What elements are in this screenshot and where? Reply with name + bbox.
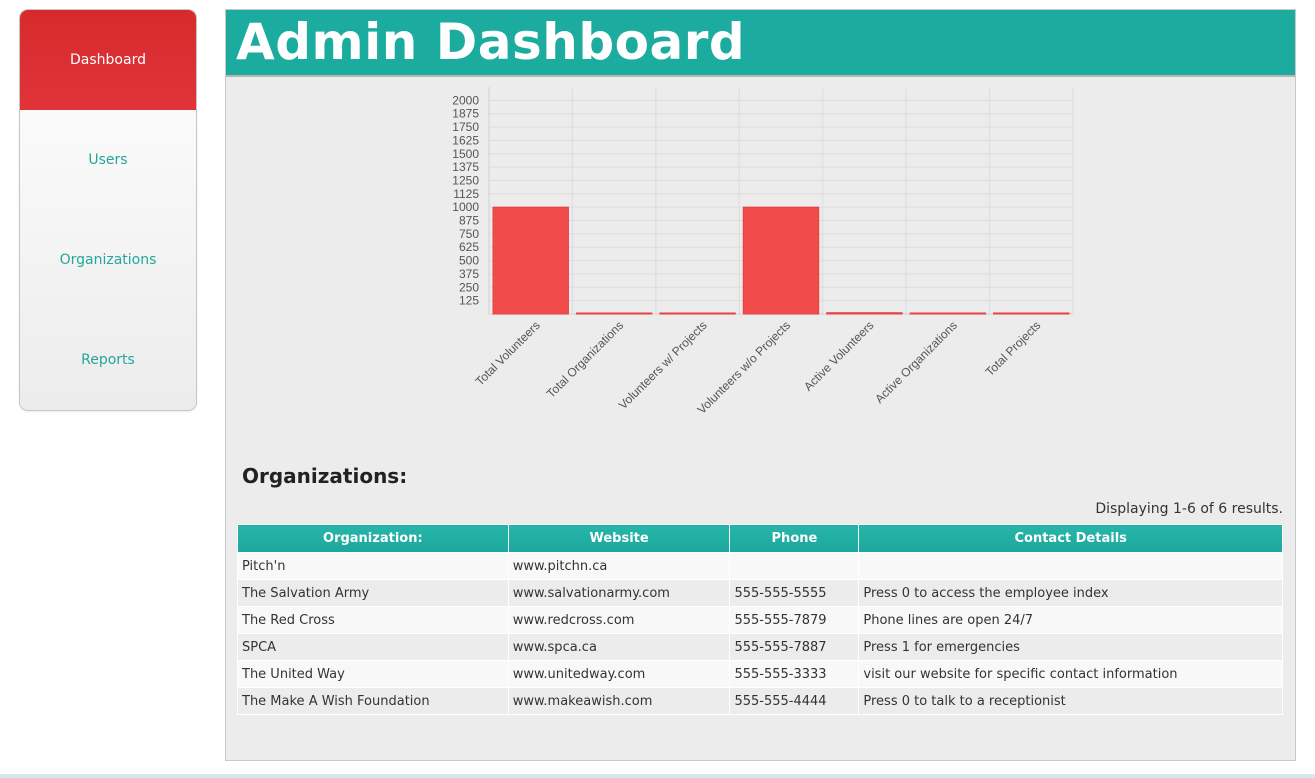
- results-summary: Displaying 1-6 of 6 results.: [1095, 501, 1283, 517]
- column-header-contact-details[interactable]: Contact Details: [858, 524, 1283, 553]
- y-tick-label: 1875: [452, 107, 479, 121]
- chart-bar: [742, 206, 820, 315]
- chart-bar: [575, 312, 653, 315]
- x-tick-label: Total Projects: [983, 318, 1044, 379]
- page-header: Admin Dashboard: [226, 10, 1295, 77]
- y-tick-label: 1375: [452, 160, 479, 174]
- cell-phone: 555-555-7887: [729, 633, 860, 661]
- table-row[interactable]: The Make A Wish Foundation www.makeawish…: [237, 687, 1283, 715]
- cell-organization: SPCA: [237, 633, 509, 661]
- column-header-phone[interactable]: Phone: [729, 524, 860, 553]
- y-tick-label: 1125: [453, 187, 479, 201]
- column-header-website[interactable]: Website: [507, 524, 731, 553]
- x-tick-label: Volunteers w/ Projects: [616, 318, 710, 412]
- page-title: Admin Dashboard: [236, 13, 746, 71]
- nav-item-dashboard[interactable]: Dashboard: [20, 10, 196, 110]
- column-header-organization[interactable]: Organization:: [237, 524, 509, 553]
- y-tick-label: 1250: [452, 173, 479, 187]
- cell-website: www.unitedway.com: [507, 660, 731, 688]
- y-tick-label: 1625: [452, 133, 479, 147]
- y-tick-label: 750: [459, 227, 479, 241]
- cell-organization: Pitch'n: [237, 552, 509, 580]
- y-tick-label: 375: [459, 267, 479, 281]
- chart-bar: [492, 206, 569, 315]
- y-tick-label: 250: [459, 280, 479, 294]
- cell-website: www.salvationarmy.com: [507, 579, 731, 607]
- x-tick-label: Volunteers w/o Projects: [695, 318, 794, 417]
- table-row[interactable]: The United Way www.unitedway.com 555-555…: [237, 660, 1283, 688]
- x-tick-label: Total Organizations: [544, 318, 627, 401]
- y-tick-label: 875: [459, 214, 479, 228]
- cell-contact-details: Press 0 to access the employee index: [858, 579, 1283, 607]
- chart-bar: [659, 312, 736, 315]
- organizations-heading: Organizations:: [242, 464, 408, 488]
- nav-item-reports[interactable]: Reports: [20, 310, 196, 410]
- chart-bar: [909, 312, 987, 315]
- y-tick-label: 1000: [452, 200, 479, 214]
- x-tick-label: Active Organizations: [872, 318, 960, 406]
- cell-website: www.redcross.com: [507, 606, 731, 634]
- cell-phone: [729, 552, 860, 580]
- main-panel: Admin Dashboard 125 250 375 500 625 750 875 100…: [225, 9, 1296, 761]
- table-row[interactable]: The Salvation Army www.salvationarmy.com…: [237, 579, 1283, 607]
- summary-bar-chart: 1252503755006257508751000112512501375150…: [452, 87, 1074, 417]
- page-bottom-border: [0, 774, 1315, 778]
- cell-phone: 555-555-3333: [729, 660, 860, 688]
- x-tick-label: Active Volunteers: [801, 318, 876, 393]
- cell-website: www.spca.ca: [507, 633, 731, 661]
- chart-bar: [993, 312, 1070, 315]
- chart-bar: [826, 312, 903, 315]
- y-tick-label: 1500: [452, 147, 479, 161]
- nav-item-organizations[interactable]: Organizations: [20, 210, 196, 310]
- cell-phone: 555-555-7879: [729, 606, 860, 634]
- cell-website: www.makeawish.com: [507, 687, 731, 715]
- table-row[interactable]: The Red Cross www.redcross.com 555-555-7…: [237, 606, 1283, 634]
- cell-contact-details: visit our website for specific contact i…: [858, 660, 1283, 688]
- cell-contact-details: Phone lines are open 24/7: [858, 606, 1283, 634]
- cell-contact-details: [858, 552, 1283, 580]
- cell-contact-details: Press 0 to talk to a receptionist: [858, 687, 1283, 715]
- cell-phone: 555-555-4444: [729, 687, 860, 715]
- cell-organization: The United Way: [237, 660, 509, 688]
- cell-organization: The Make A Wish Foundation: [237, 687, 509, 715]
- y-tick-label: 125: [459, 294, 479, 308]
- x-tick-label: Total Volunteers: [473, 318, 543, 388]
- cell-organization: The Salvation Army: [237, 579, 509, 607]
- cell-contact-details: Press 1 for emergencies: [858, 633, 1283, 661]
- cell-website: www.pitchn.ca: [507, 552, 731, 580]
- cell-phone: 555-555-5555: [729, 579, 860, 607]
- nav-item-users[interactable]: Users: [20, 110, 196, 210]
- cell-organization: The Red Cross: [237, 606, 509, 634]
- y-tick-label: 2000: [452, 93, 479, 107]
- table-header-row: Organization: Website Phone Contact Deta…: [237, 524, 1283, 553]
- organizations-table: Organization: Website Phone Contact Deta…: [237, 524, 1283, 715]
- y-tick-label: 1750: [452, 120, 479, 134]
- y-tick-label: 500: [459, 254, 479, 268]
- y-tick-label: 625: [459, 240, 479, 254]
- table-row[interactable]: Pitch'n www.pitchn.ca: [237, 552, 1283, 580]
- sidebar-nav: Dashboard Users Organizations Reports: [19, 9, 197, 411]
- table-row[interactable]: SPCA www.spca.ca 555-555-7887 Press 1 fo…: [237, 633, 1283, 661]
